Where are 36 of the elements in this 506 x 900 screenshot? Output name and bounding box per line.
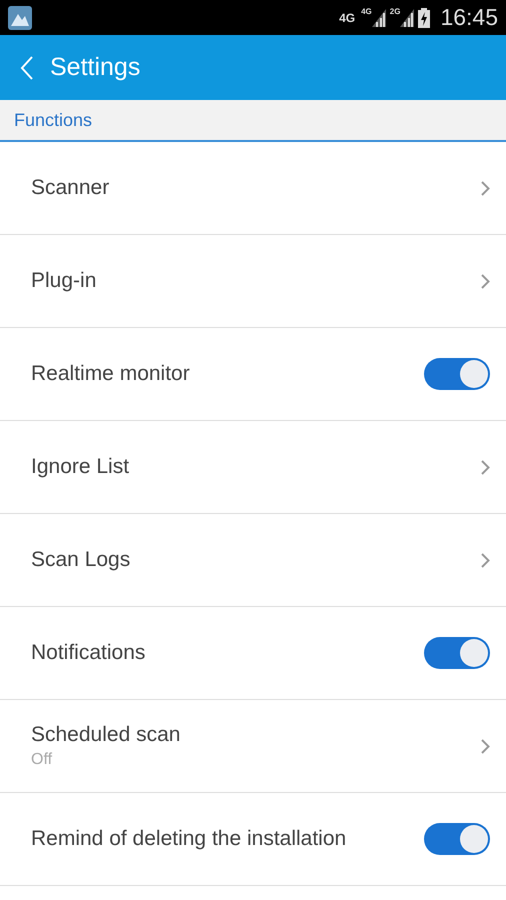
settings-row[interactable]: Scanner xyxy=(0,142,506,235)
battery-icon xyxy=(418,8,430,28)
setting-label: Realtime monitor xyxy=(31,362,190,386)
chevron-icon xyxy=(481,460,490,474)
page-title: Settings xyxy=(50,53,140,82)
chevron-icon xyxy=(481,738,490,754)
setting-label: Ignore List xyxy=(31,455,130,479)
setting-label: Scan Logs xyxy=(31,548,130,572)
settings-row[interactable]: Notifications xyxy=(0,607,506,700)
toggle-switch[interactable] xyxy=(424,358,490,390)
settings-row[interactable]: Ignore List xyxy=(0,421,506,514)
toggle-switch[interactable] xyxy=(424,823,490,855)
section-heading: Functions xyxy=(14,110,92,130)
back-icon[interactable] xyxy=(20,54,34,80)
chevron-icon xyxy=(481,180,490,196)
settings-row[interactable]: Plug-in xyxy=(0,235,506,328)
chevron-icon xyxy=(481,552,490,568)
setting-label: Notifications xyxy=(31,641,146,665)
settings-row[interactable]: Remind of deleting the installation xyxy=(0,793,506,886)
setting-label: Scheduled scan xyxy=(31,723,180,747)
setting-value: Off xyxy=(31,751,54,769)
setting-label: Scanner xyxy=(31,176,110,200)
setting-label: Plug-in xyxy=(31,269,96,293)
sim-label: 4G xyxy=(361,6,372,16)
settings-row[interactable]: Scheduled scan Off xyxy=(0,700,506,793)
network-type-label: 4G xyxy=(339,10,356,24)
settings-row[interactable]: Realtime monitor xyxy=(0,328,506,421)
settings-row[interactable]: Scan Logs xyxy=(0,514,506,607)
chevron-icon xyxy=(481,274,490,288)
signal-icon xyxy=(372,8,386,26)
clock-time: 16:45 xyxy=(440,4,498,31)
toggle-switch[interactable] xyxy=(424,637,490,669)
signal-icon xyxy=(400,8,414,26)
app-notification-icon xyxy=(8,6,32,30)
setting-label: Remind of deleting the installation xyxy=(31,827,346,851)
sim-label: 2G xyxy=(390,6,400,16)
